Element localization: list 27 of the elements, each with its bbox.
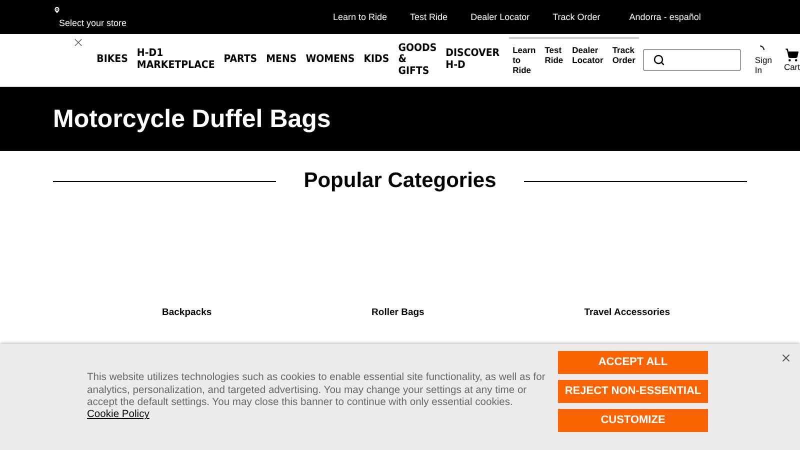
- nav-item[interactable]: BIKES: [96, 54, 128, 66]
- category-link[interactable]: Travel Accessories: [584, 307, 670, 318]
- utility-link[interactable]: Track Order: [552, 12, 600, 22]
- nav-link[interactable]: Test Ride: [544, 45, 564, 76]
- nav-item[interactable]: KIDS: [364, 54, 390, 66]
- section-heading: Popular Categories: [304, 169, 496, 193]
- cookie-notice: This website utilizes technologies such as cookies to enable essential site functionality, as well as for analytics, personalization, and targeted advertising. You may change your settings at any time or accept the default settings. You may close this banner to continue with only essential cookies. Cookie Policy: [87, 372, 546, 422]
- nav-item[interactable]: GOODS & GIFTS: [398, 42, 437, 78]
- cookie-policy-link[interactable]: Cookie Policy: [87, 409, 150, 420]
- locale-selector[interactable]: Andorra - español: [629, 12, 701, 22]
- nav-item[interactable]: PARTS: [224, 54, 258, 66]
- nav-link[interactable]: Learn to Ride: [512, 45, 536, 76]
- nav-item[interactable]: H-D1 MARKETPLACE: [136, 48, 215, 72]
- select-store-link[interactable]: Select your store: [59, 18, 333, 28]
- utility-link[interactable]: Dealer Locator: [470, 12, 530, 22]
- cart-link[interactable]: Cart: [784, 48, 800, 72]
- nav-item[interactable]: WOMENS: [306, 54, 355, 66]
- nav-item[interactable]: MENS: [266, 54, 297, 66]
- nav-link[interactable]: Dealer Locator: [572, 45, 604, 76]
- nav-link[interactable]: Track Order: [612, 45, 636, 76]
- page-title: Motorcycle Duffel Bags: [53, 104, 331, 134]
- category-link[interactable]: Backpacks: [162, 307, 212, 318]
- nav-item[interactable]: DISCOVER H-D: [446, 48, 500, 72]
- utility-link[interactable]: Test Ride: [410, 12, 448, 22]
- sign-in-link[interactable]: Sign In: [754, 44, 772, 76]
- category-link[interactable]: Roller Bags: [372, 307, 424, 318]
- utility-link[interactable]: Learn to Ride: [333, 12, 388, 22]
